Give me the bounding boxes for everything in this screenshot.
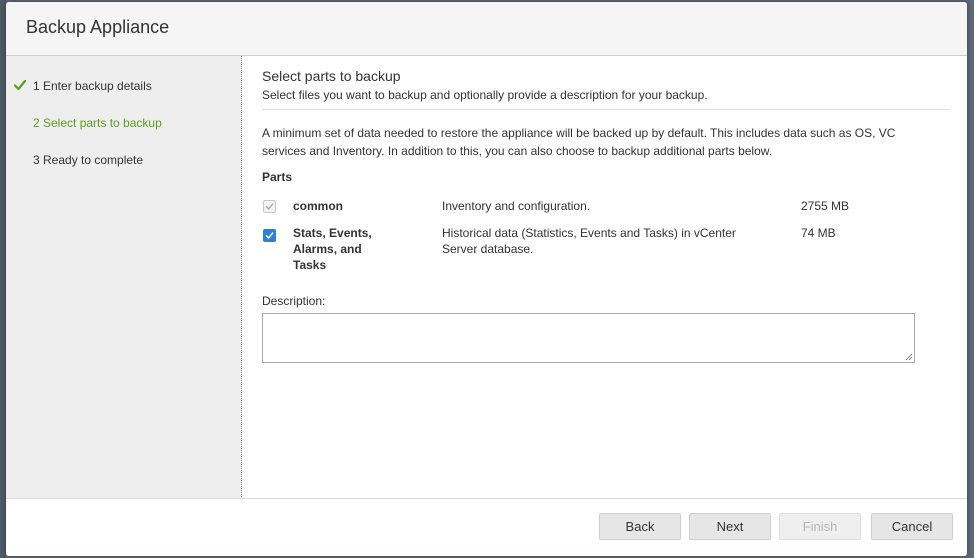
checkbox-checkmark-icon bbox=[265, 203, 274, 210]
backup-appliance-dialog: Backup Appliance 1 Enter backup details … bbox=[6, 2, 967, 556]
wizard-steps-sidebar: 1 Enter backup details 2 Select parts to… bbox=[6, 56, 242, 499]
wizard-step-label: 1 Enter backup details bbox=[33, 79, 152, 93]
wizard-step-enter-backup-details[interactable]: 1 Enter backup details bbox=[6, 76, 241, 96]
part-name: common bbox=[293, 199, 344, 213]
part-common-checkbox[interactable] bbox=[263, 200, 276, 213]
dialog-title: Backup Appliance bbox=[26, 17, 170, 37]
description-textarea[interactable] bbox=[262, 313, 915, 363]
checkmark-icon bbox=[14, 79, 26, 91]
part-size: 2755 MB bbox=[801, 199, 850, 213]
wizard-content: Select parts to backup Select files you … bbox=[242, 56, 967, 499]
section-divider bbox=[262, 109, 950, 110]
resize-grip-icon[interactable] bbox=[904, 352, 913, 361]
part-description: Inventory and configuration. bbox=[442, 199, 591, 213]
part-description: Historical data (Statistics, Events and … bbox=[442, 226, 736, 256]
cancel-button[interactable]: Cancel bbox=[871, 513, 953, 540]
wizard-step-label: 2 Select parts to backup bbox=[33, 116, 162, 130]
section-title: Select parts to backup bbox=[262, 68, 401, 84]
section-subtitle: Select files you want to backup and opti… bbox=[262, 88, 708, 102]
dialog-header: Backup Appliance bbox=[6, 2, 967, 56]
description-label: Description: bbox=[262, 294, 326, 308]
part-name: Stats, Events, Alarms, and Tasks bbox=[293, 226, 372, 272]
wizard-footer: Back Next Finish Cancel bbox=[6, 498, 967, 556]
part-stats-checkbox[interactable] bbox=[263, 229, 276, 242]
wizard-step-label: 3 Ready to complete bbox=[33, 153, 144, 167]
next-button[interactable]: Next bbox=[689, 513, 771, 540]
intro-text: A minimum set of data needed to restore … bbox=[262, 126, 896, 158]
finish-button[interactable]: Finish bbox=[779, 513, 861, 540]
wizard-step-select-parts[interactable]: 2 Select parts to backup bbox=[6, 113, 241, 133]
parts-heading: Parts bbox=[262, 170, 293, 184]
checkbox-checkmark-icon bbox=[265, 232, 274, 239]
back-button[interactable]: Back bbox=[599, 513, 681, 540]
part-size: 74 MB bbox=[801, 226, 836, 240]
wizard-step-ready-to-complete[interactable]: 3 Ready to complete bbox=[6, 150, 241, 170]
